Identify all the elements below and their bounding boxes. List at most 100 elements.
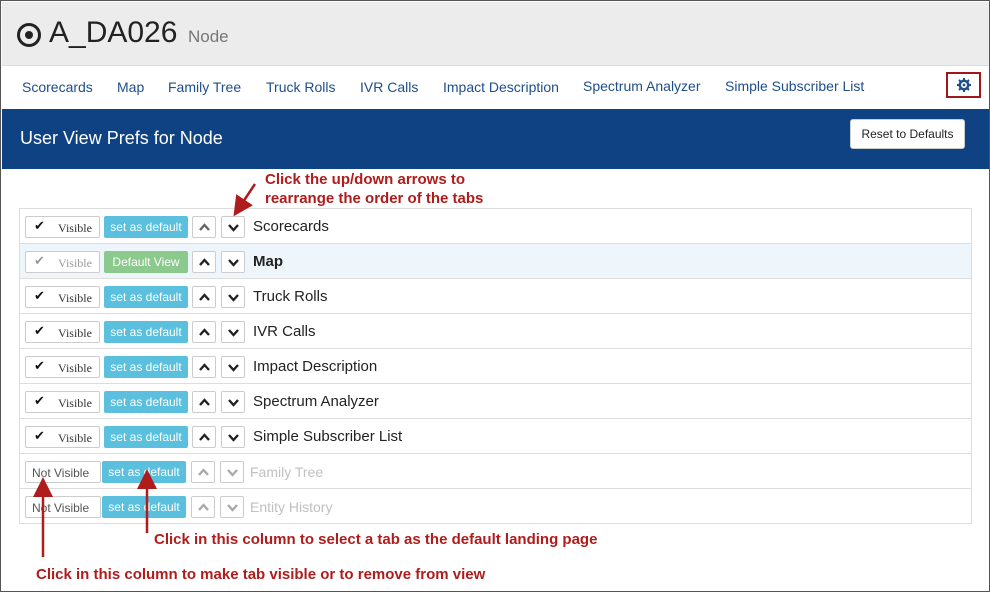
set-default-button[interactable]: set as default <box>104 286 188 308</box>
annotation-default-column: Click in this column to select a tab as … <box>154 531 598 548</box>
visibility-toggle[interactable]: ✔ Visible <box>25 216 100 238</box>
chevron-up-icon <box>198 468 209 476</box>
table-row: ✔ Visible set as default Truck Rolls <box>20 279 971 314</box>
visibility-label: Visible <box>58 431 92 445</box>
table-row: ✔ Visible set as default Impact Descript… <box>20 349 971 384</box>
move-down-button[interactable] <box>221 426 245 448</box>
tab-spectrum-analyzer[interactable]: Spectrum Analyzer <box>583 77 701 95</box>
settings-button[interactable] <box>946 72 981 98</box>
move-down-button[interactable] <box>221 391 245 413</box>
set-default-button[interactable]: set as default <box>104 426 188 448</box>
chevron-down-icon <box>228 224 239 232</box>
annotation-arrows-line1: Click the up/down arrows to <box>265 171 466 188</box>
chevron-down-icon <box>227 504 238 512</box>
chevron-up-icon <box>198 503 209 511</box>
default-view-button: Default View <box>104 251 188 273</box>
row-label: IVR Calls <box>253 323 316 340</box>
tab-impact-description[interactable]: Impact Description <box>443 78 559 96</box>
visibility-toggle[interactable]: ✔ Visible <box>25 426 100 448</box>
move-down-button[interactable] <box>221 321 245 343</box>
row-label: Simple Subscriber List <box>253 428 403 445</box>
gear-icon <box>957 78 971 92</box>
move-up-button[interactable] <box>192 426 216 448</box>
row-label: Spectrum Analyzer <box>253 393 379 410</box>
move-down-button[interactable] <box>221 286 245 308</box>
chevron-up-icon <box>199 293 210 301</box>
annotation-arrow-updown <box>233 183 257 217</box>
app-window: A_DA026 Node Scorecards Map Family Tree … <box>0 0 990 592</box>
tab-ivr-calls[interactable]: IVR Calls <box>360 78 418 96</box>
move-up-button[interactable] <box>192 391 216 413</box>
node-name: A_DA026 <box>49 16 178 49</box>
visibility-toggle[interactable]: ✔ Visible <box>25 286 100 308</box>
row-label: Map <box>253 253 283 270</box>
move-down-button[interactable] <box>220 461 244 483</box>
check-icon: ✔ <box>34 219 45 234</box>
table-row: ✔ Visible set as default Simple Subscrib… <box>20 419 971 454</box>
chevron-down-icon <box>228 329 239 337</box>
table-row: Not Visible set as default Family Tree <box>20 454 971 489</box>
tab-prefs-table: ✔ Visible set as default Scorecards ✔ Vi… <box>19 208 972 524</box>
prefs-header: User View Prefs for Node <box>2 109 989 169</box>
set-default-button[interactable]: set as default <box>102 496 186 518</box>
move-up-button[interactable] <box>191 461 215 483</box>
visibility-toggle[interactable]: ✔ Visible <box>25 356 100 378</box>
page-title: User View Prefs for Node <box>20 128 223 148</box>
table-row: ✔ Visible set as default Spectrum Analyz… <box>20 384 971 419</box>
chevron-up-icon <box>199 398 210 406</box>
move-up-button[interactable] <box>192 286 216 308</box>
visibility-toggle[interactable]: ✔ Visible <box>25 391 100 413</box>
reset-defaults-button[interactable]: Reset to Defaults <box>850 119 965 149</box>
move-down-button[interactable] <box>221 216 245 238</box>
check-icon: ✔ <box>34 429 45 444</box>
check-icon: ✔ <box>34 254 45 269</box>
move-up-button[interactable] <box>192 321 216 343</box>
visibility-label: Visible <box>58 221 92 235</box>
move-down-button[interactable] <box>220 496 244 518</box>
visibility-toggle[interactable]: Not Visible <box>25 461 101 483</box>
move-down-button[interactable] <box>221 251 245 273</box>
check-icon: ✔ <box>34 359 45 374</box>
tab-simple-subscriber-list[interactable]: Simple Subscriber List <box>725 77 864 95</box>
visibility-label: Not Visible <box>32 466 90 480</box>
chevron-up-icon <box>199 433 210 441</box>
table-row: ✔ Visible set as default Scorecards <box>20 209 971 244</box>
visibility-label: Visible <box>58 256 92 270</box>
set-default-button[interactable]: set as default <box>102 461 186 483</box>
set-default-button[interactable]: set as default <box>104 391 188 413</box>
visibility-label: Visible <box>58 396 92 410</box>
visibility-label: Visible <box>58 361 92 375</box>
table-row: Not Visible set as default Entity Histor… <box>20 489 971 524</box>
visibility-label: Visible <box>58 326 92 340</box>
row-label: Scorecards <box>253 218 329 235</box>
chevron-down-icon <box>228 259 239 267</box>
check-icon: ✔ <box>34 289 45 304</box>
visibility-toggle[interactable]: ✔ Visible <box>25 321 100 343</box>
move-up-button[interactable] <box>192 356 216 378</box>
annotation-visible-column: Click in this column to make tab visible… <box>36 566 486 583</box>
check-icon: ✔ <box>34 394 45 409</box>
check-icon: ✔ <box>34 324 45 339</box>
table-row: ✔ Visible set as default IVR Calls <box>20 314 971 349</box>
row-label: Entity History <box>250 499 333 515</box>
row-label: Truck Rolls <box>253 288 328 305</box>
tab-map[interactable]: Map <box>117 78 144 96</box>
move-down-button[interactable] <box>221 356 245 378</box>
move-up-button[interactable] <box>191 496 215 518</box>
visibility-toggle[interactable]: ✔ Visible <box>25 251 100 273</box>
chevron-up-icon <box>199 363 210 371</box>
set-default-button[interactable]: set as default <box>104 321 188 343</box>
node-type: Node <box>188 27 229 46</box>
set-default-button[interactable]: set as default <box>104 356 188 378</box>
tab-truck-rolls[interactable]: Truck Rolls <box>266 78 336 96</box>
chevron-down-icon <box>228 364 239 372</box>
row-label: Impact Description <box>253 358 378 375</box>
visibility-toggle[interactable]: Not Visible <box>25 496 101 518</box>
tab-family-tree[interactable]: Family Tree <box>168 78 241 96</box>
row-label: Family Tree <box>250 464 324 480</box>
tab-scorecards[interactable]: Scorecards <box>22 78 93 96</box>
move-up-button[interactable] <box>192 251 216 273</box>
set-default-button[interactable]: set as default <box>104 216 188 238</box>
move-up-button[interactable] <box>192 216 216 238</box>
table-row: ✔ Visible Default View Map <box>20 244 971 279</box>
